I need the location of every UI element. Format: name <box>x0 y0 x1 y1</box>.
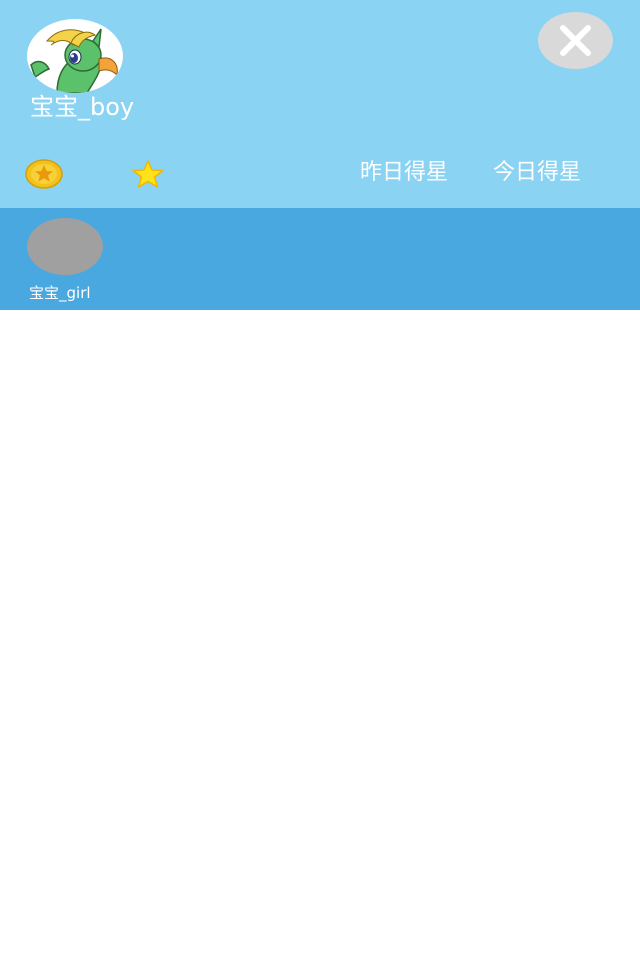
profile-header: 宝宝_boy 昨日得星 今日得星 <box>0 0 640 208</box>
star-icon <box>132 160 164 188</box>
child-list-item[interactable]: 宝宝_girl <box>0 208 640 310</box>
child-name-label: 宝宝_girl <box>29 284 91 302</box>
close-icon <box>560 25 591 56</box>
tab-today-stars[interactable]: 今日得星 <box>493 158 581 188</box>
content-area <box>0 310 640 960</box>
user-avatar[interactable] <box>27 19 123 93</box>
username-label: 宝宝_boy <box>30 93 135 121</box>
pony-avatar-icon <box>30 28 118 93</box>
coin-icon <box>25 159 63 189</box>
close-button[interactable] <box>538 12 613 69</box>
child-avatar <box>27 218 103 275</box>
tab-yesterday-stars[interactable]: 昨日得星 <box>360 158 448 188</box>
